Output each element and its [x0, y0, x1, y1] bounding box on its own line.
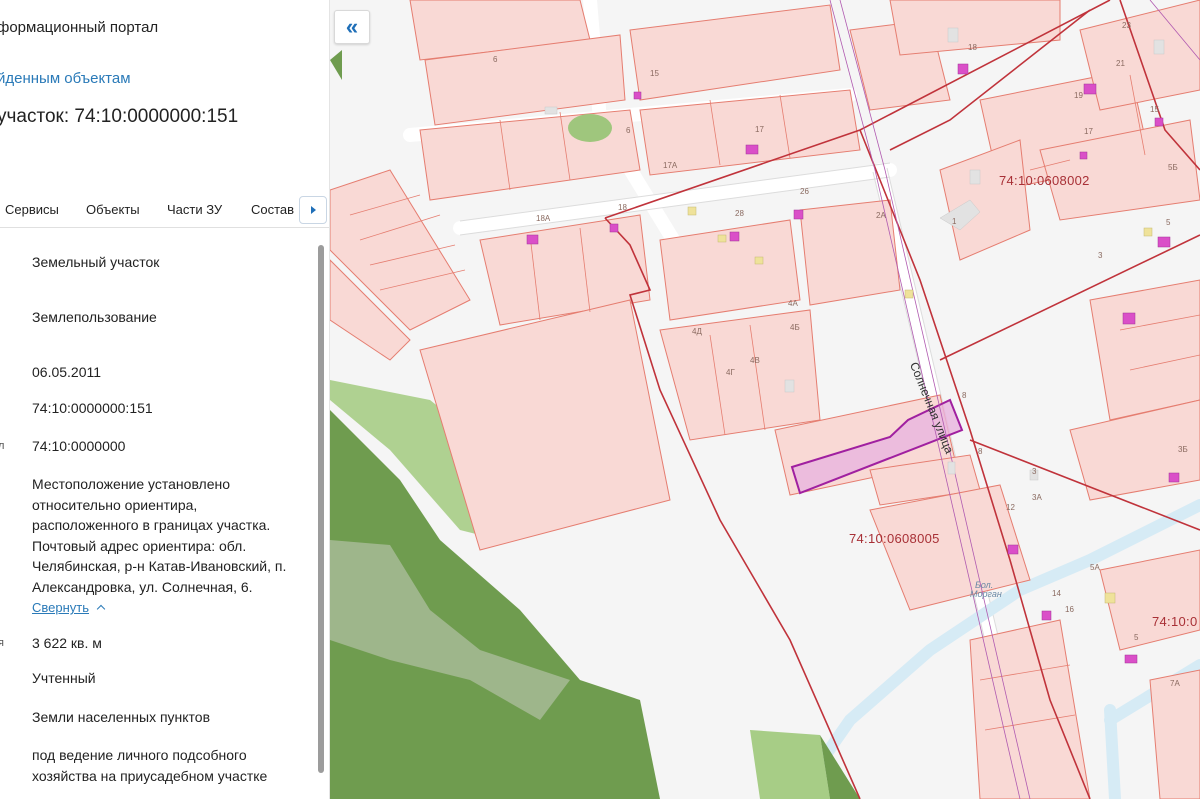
- svg-text:6: 6: [626, 126, 631, 135]
- prop-land-category: Земли населенных пунктов: [32, 709, 211, 725]
- svg-text:18А: 18А: [536, 214, 551, 223]
- svg-text:12: 12: [1006, 503, 1015, 512]
- prop-object-type: Земельный участок: [32, 254, 160, 270]
- tabs-scroll-right-button[interactable]: [299, 196, 327, 224]
- info-panel: формационный портал йденным объектам уча…: [0, 0, 330, 799]
- tab-objects[interactable]: Объекты: [86, 202, 140, 217]
- svg-text:16: 16: [1065, 605, 1074, 614]
- svg-text:4Г: 4Г: [726, 368, 735, 377]
- chevron-up-icon: [96, 604, 106, 614]
- svg-text:5: 5: [1166, 218, 1171, 227]
- pond-green: [568, 114, 612, 142]
- panel-scrollbar[interactable]: [316, 243, 326, 799]
- svg-text:15: 15: [1150, 105, 1159, 114]
- svg-text:6: 6: [493, 55, 498, 64]
- svg-text:1: 1: [952, 217, 957, 226]
- quarter-label-0608002: 74:10:0608002: [999, 173, 1090, 188]
- tab-composition[interactable]: Состав: [251, 202, 294, 217]
- prop-status: Учтенный: [32, 670, 96, 686]
- svg-text:4В: 4В: [750, 356, 760, 365]
- svg-text:2А: 2А: [876, 211, 886, 220]
- tab-bar: Сервисы Объекты Части ЗУ Состав: [0, 196, 329, 228]
- prop-permitted-use: под ведение личного подсобного хозяйства…: [32, 747, 268, 784]
- svg-text:3: 3: [1032, 467, 1037, 476]
- prop-area-label: я: [0, 637, 4, 649]
- svg-text:7А: 7А: [1170, 679, 1180, 688]
- prop-quarter-label: л: [0, 440, 4, 452]
- svg-text:5: 5: [1134, 633, 1139, 642]
- chevron-right-icon: [310, 206, 316, 214]
- svg-text:23: 23: [1122, 21, 1131, 30]
- svg-text:5А: 5А: [1090, 563, 1100, 572]
- prop-parcel-kind: Землепользование: [32, 309, 157, 325]
- map-canvas[interactable]: 6156 1717А26 1818А28 2А4А4Б 4Д4Г4В 18232…: [330, 0, 1200, 799]
- svg-text:8: 8: [962, 391, 967, 400]
- svg-text:26: 26: [800, 187, 809, 196]
- prop-cadastral-quarter: 74:10:0000000: [32, 438, 126, 454]
- prop-registration-date: 06.05.2011: [32, 364, 102, 380]
- prop-address: Местоположение установлено относительно …: [32, 476, 287, 595]
- svg-text:18: 18: [968, 43, 977, 52]
- svg-text:4Б: 4Б: [790, 323, 800, 332]
- tab-services[interactable]: Сервисы: [5, 202, 59, 217]
- panel-scrollbar-thumb[interactable]: [318, 245, 324, 773]
- collapse-link-label: Свернуть: [32, 600, 90, 615]
- tab-parcel-parts[interactable]: Части ЗУ: [167, 202, 222, 217]
- svg-text:14: 14: [1052, 589, 1061, 598]
- svg-text:17А: 17А: [663, 161, 678, 170]
- svg-text:21: 21: [1116, 59, 1125, 68]
- svg-text:17: 17: [755, 125, 764, 134]
- svg-text:18: 18: [618, 203, 627, 212]
- river-label-line2: Морган: [970, 589, 1002, 599]
- svg-text:19: 19: [1074, 91, 1083, 100]
- svg-text:4А: 4А: [788, 299, 798, 308]
- svg-text:15: 15: [650, 69, 659, 78]
- quarter-label-partial: 74:10:0: [1152, 614, 1198, 629]
- svg-text:4Д: 4Д: [692, 327, 702, 336]
- parcel-title: участок: 74:10:0000000:151: [0, 106, 239, 127]
- svg-text:5Б: 5Б: [1168, 163, 1178, 172]
- prop-area: 3 622 кв. м: [32, 635, 102, 651]
- svg-text:3А: 3А: [1032, 493, 1042, 502]
- svg-text:3Б: 3Б: [1178, 445, 1188, 454]
- map-view[interactable]: 6 15 6 17 17А 26 18 18А 28 2А 4А 4Б 4Д 4Г 4В 18 23 2…: [330, 0, 1200, 799]
- back-to-results-link[interactable]: йденным объектам: [0, 70, 131, 87]
- svg-text:8: 8: [978, 447, 983, 456]
- double-chevron-left-icon: «: [345, 14, 359, 39]
- portal-title: формационный портал: [0, 19, 159, 36]
- svg-text:17: 17: [1084, 127, 1093, 136]
- collapse-address-link[interactable]: Свернуть: [32, 600, 106, 615]
- quarter-label-0608005: 74:10:0608005: [849, 531, 940, 546]
- svg-text:28: 28: [735, 209, 744, 218]
- prop-cadastral-number: 74:10:0000000:151: [32, 400, 153, 416]
- collapse-panel-button[interactable]: «: [334, 10, 370, 44]
- svg-text:3: 3: [1098, 251, 1103, 260]
